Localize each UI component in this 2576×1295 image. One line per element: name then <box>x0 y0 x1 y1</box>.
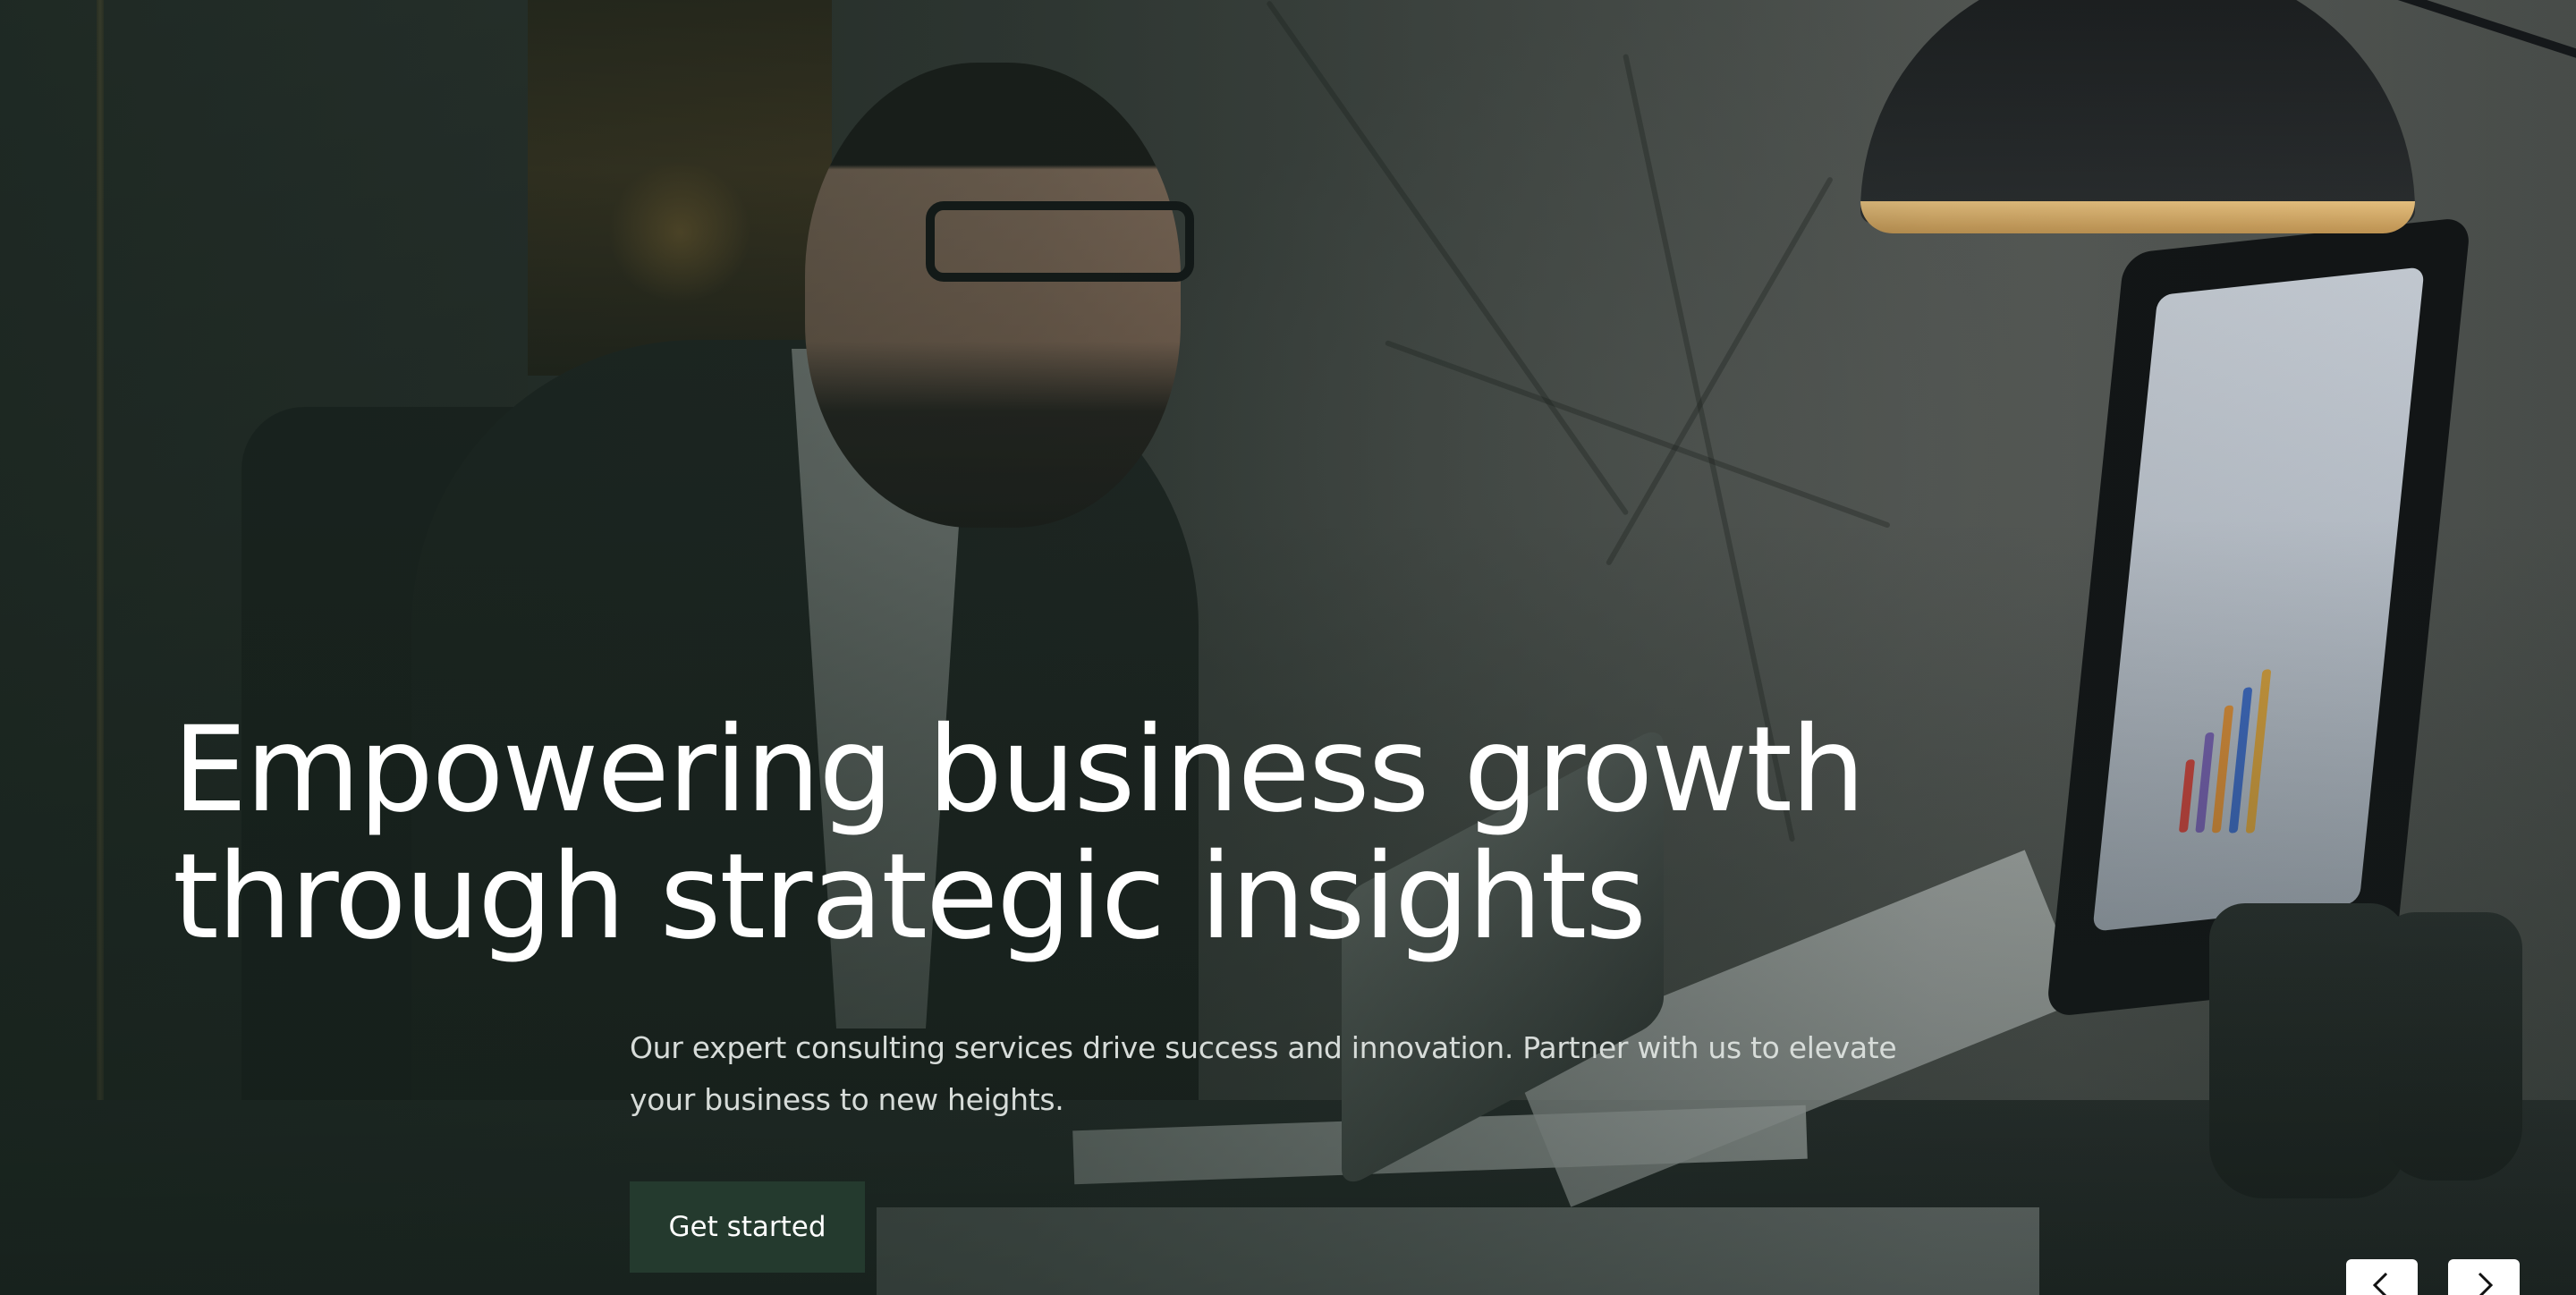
hero-description-line: Our expert consulting services drive suc… <box>630 1030 1897 1065</box>
carousel-prev-button[interactable] <box>2346 1259 2418 1295</box>
hero-headline: Empowering business growth through strat… <box>173 707 1962 961</box>
hero-description: Our expert consulting services drive suc… <box>630 1022 1936 1126</box>
chevron-left-icon <box>2367 1272 2397 1295</box>
carousel-next-button[interactable] <box>2448 1259 2520 1295</box>
hero-section: Empowering business growth through strat… <box>0 0 2576 1295</box>
get-started-button[interactable]: Get started <box>630 1181 865 1273</box>
hero-description-line: your business to new heights. <box>630 1082 1064 1117</box>
hero-headline-line: Empowering business growth <box>173 701 1866 839</box>
chevron-right-icon <box>2469 1272 2499 1295</box>
hero-headline-line: through strategic insights <box>173 828 1647 966</box>
